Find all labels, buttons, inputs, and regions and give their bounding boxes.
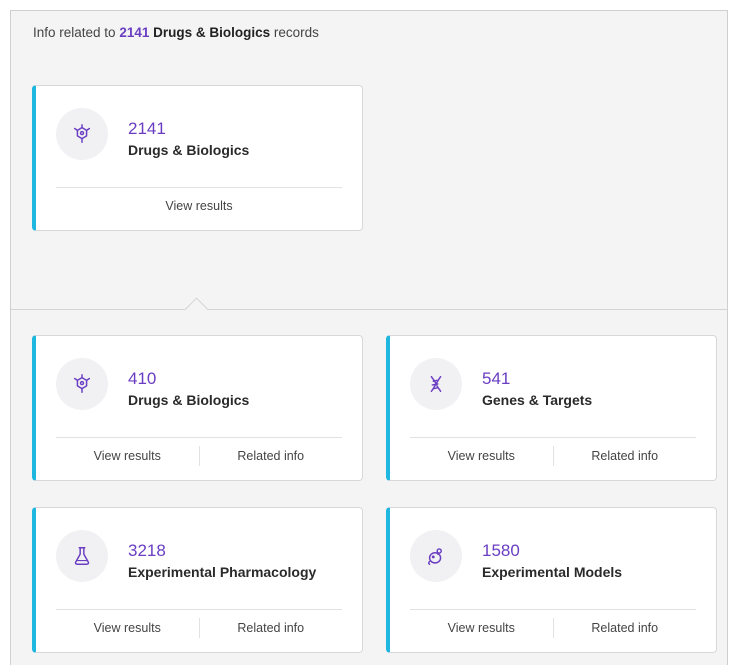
related-card-actions: View results Related info — [410, 438, 696, 480]
flask-icon — [56, 530, 108, 582]
primary-card-drugs-biologics: 2141 Drugs & Biologics View results — [32, 85, 363, 231]
related-card-count: 1580 — [482, 541, 520, 560]
related-info-panel: Info related to 2141 Drugs & Biologics r… — [10, 10, 728, 665]
view-results-button[interactable]: View results — [410, 618, 553, 638]
related-card-experimental-models: 1580 Experimental Models View results Re… — [386, 507, 717, 653]
related-card-actions: View results Related info — [56, 610, 342, 652]
related-card-label: Drugs & Biologics — [128, 392, 250, 408]
mouse-model-icon — [410, 530, 462, 582]
related-info-button[interactable]: Related info — [198, 618, 343, 638]
related-card-count: 410 — [128, 369, 157, 388]
related-info-button[interactable]: Related info — [552, 618, 697, 638]
view-results-button[interactable]: View results — [56, 618, 199, 638]
related-card-label: Experimental Models — [482, 564, 623, 580]
related-card-actions: View results Related info — [410, 610, 696, 652]
header-count: 2141 — [119, 25, 150, 40]
related-card-label: Genes & Targets — [482, 392, 593, 408]
primary-card-label: Drugs & Biologics — [128, 142, 250, 158]
drug-molecule-icon — [56, 108, 108, 160]
header-category: Drugs & Biologics — [153, 25, 271, 40]
related-card-label: Experimental Pharmacology — [128, 564, 317, 580]
related-card-count: 541 — [482, 369, 511, 388]
related-card-drugs-biologics: 410 Drugs & Biologics View results Relat… — [32, 335, 363, 481]
related-card-genes-targets: 541 Genes & Targets View results Related… — [386, 335, 717, 481]
pointer-notch — [184, 297, 209, 322]
related-info-button[interactable]: Related info — [552, 446, 697, 466]
header-summary: Info related to 2141 Drugs & Biologics r… — [33, 25, 319, 40]
related-card-count: 3218 — [128, 541, 166, 560]
related-info-button[interactable]: Related info — [198, 446, 343, 466]
view-results-button[interactable]: View results — [410, 446, 553, 466]
header-prefix: Info related to — [33, 25, 116, 40]
related-card-actions: View results Related info — [56, 438, 342, 480]
related-card-experimental-pharmacology: 3218 Experimental Pharmacology View resu… — [32, 507, 363, 653]
section-divider — [11, 309, 727, 310]
drug-molecule-icon — [56, 358, 108, 410]
view-results-button[interactable]: View results — [56, 196, 342, 216]
dna-icon — [410, 358, 462, 410]
header-suffix: records — [273, 25, 319, 40]
primary-card-actions: View results — [56, 188, 342, 230]
view-results-button[interactable]: View results — [56, 446, 199, 466]
primary-card-count: 2141 — [128, 119, 166, 138]
